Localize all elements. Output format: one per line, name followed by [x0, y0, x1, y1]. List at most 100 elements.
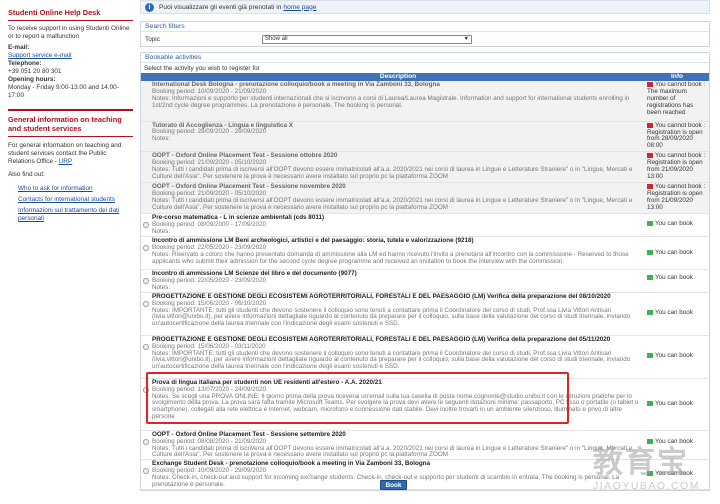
- description-cell: OOPT - Oxford Online Placement Test - Se…: [151, 151, 645, 184]
- radio-cell: [141, 269, 151, 293]
- available-status-icon: [647, 220, 653, 226]
- info-box-divider: [8, 109, 133, 111]
- also-find-links: Who to ask for information Contacts for …: [18, 185, 133, 223]
- select-radio[interactable]: [143, 300, 149, 307]
- help-desk-title: Studenti Online Help Desk: [8, 8, 101, 17]
- booking-status: You can book: [655, 309, 693, 317]
- description-cell: Prova di lingua italiana per studenti no…: [151, 378, 645, 431]
- search-filters-title: Search filters: [141, 22, 709, 32]
- radio-cell: [141, 213, 151, 238]
- info-box: General information on teaching and stud…: [8, 115, 133, 223]
- email-link[interactable]: Support service e-mail: [8, 52, 72, 59]
- booking-status: You cannot book : The maximum number of …: [647, 81, 706, 116]
- topic-select[interactable]: Show all ▼: [261, 34, 472, 44]
- available-status-icon: [647, 310, 653, 316]
- description-cell: OOPT - Oxford Online Placement Test - Se…: [151, 182, 645, 215]
- info-cell: You can book: [645, 236, 709, 271]
- help-desk-box: Studenti Online Help Desk To receive sup…: [8, 8, 133, 100]
- activities-table: Description Info International Desk Bolo…: [141, 73, 709, 491]
- description-cell: Incontro di ammissione LM Scienze del li…: [151, 269, 645, 293]
- description-header: Description: [151, 73, 645, 81]
- activity-notes: Notes: Tutti i candidati prima di iscriv…: [152, 166, 633, 181]
- info-box-text: For general information on teaching and …: [8, 142, 122, 165]
- also-find-label: Also find out:: [8, 171, 45, 178]
- description-cell: Pre-corso matematica - L in scienze ambi…: [151, 213, 645, 238]
- telephone-label: Telephone:: [8, 60, 42, 67]
- table-row[interactable]: International Desk Bologna - prenotazion…: [141, 81, 709, 122]
- info-cell: You cannot book : The maximum number of …: [645, 81, 709, 122]
- chevron-down-icon: ▼: [463, 35, 469, 42]
- activity-notes: Notes: IMPORTANTE: tutti gli studenti ch…: [152, 306, 631, 328]
- table-row[interactable]: PROGETTAZIONE E GESTIONE DEGLI ECOSISTEM…: [141, 335, 709, 379]
- main-content: i Puoi visualizzare gli eventi già preno…: [140, 0, 710, 504]
- hours-value: Monday - Friday 9:00-13:00 and 14:00-17:…: [8, 84, 119, 99]
- radio-cell: [141, 81, 151, 122]
- booking-status: You cannot book : Registration is open f…: [647, 152, 706, 181]
- info-cell: You can book: [645, 213, 709, 238]
- select-radio[interactable]: [143, 343, 149, 350]
- booking-status: You cannot book : Registration is open f…: [647, 183, 706, 212]
- activity-notes: Notes: Tutti i candidati prima di iscriv…: [152, 444, 633, 459]
- book-button[interactable]: Book: [380, 480, 407, 490]
- bookable-activities-title: Bookable activities: [141, 53, 709, 63]
- table-row[interactable]: Incontro di ammissione LM Beni archeolog…: [141, 236, 709, 271]
- activity-notes: Notes:: [152, 228, 171, 236]
- divider: [8, 136, 133, 137]
- radio-cell: [141, 151, 151, 184]
- description-cell: OOPT - Oxford Online Placement Test - Se…: [151, 430, 645, 461]
- watermark-logo-text: 教育宝: [593, 445, 689, 480]
- booking-status: You can book: [655, 273, 693, 281]
- booking-status: You can book: [655, 399, 693, 407]
- bookable-activities: Bookable activities Select the activity …: [140, 52, 710, 492]
- sidebar: Studenti Online Help Desk To receive sup…: [0, 0, 133, 504]
- divider: [8, 20, 133, 21]
- topic-label: Topic: [145, 35, 160, 43]
- booking-status: You can book: [655, 437, 693, 445]
- info-cell: You cannot book : Registration is open f…: [645, 182, 709, 215]
- home-page-link[interactable]: home page: [283, 4, 316, 11]
- table-row[interactable]: Tutorato di Accoglienza - Lingua e lingu…: [141, 121, 709, 153]
- table-row[interactable]: OOPT - Oxford Online Placement Test - Se…: [141, 182, 709, 215]
- info-cell: You can book: [645, 292, 709, 336]
- booking-status: You can book: [655, 248, 693, 256]
- available-status-icon: [647, 353, 653, 359]
- table-row[interactable]: Incontro di ammissione LM Scienze del li…: [141, 269, 709, 293]
- booking-period: Booking period: 28/09/2020 - 28/09/2020: [152, 128, 267, 136]
- table-row[interactable]: OOPT - Oxford Online Placement Test - Se…: [141, 151, 709, 184]
- description-cell: Tutorato di Accoglienza - Lingua e lingu…: [151, 121, 645, 153]
- select-radio[interactable]: [143, 468, 149, 475]
- link-international-contacts[interactable]: Contacts for international students: [18, 196, 115, 203]
- select-radio[interactable]: [143, 278, 149, 285]
- link-privacy[interactable]: Informazioni sul trattamento dei dati pe…: [18, 207, 119, 222]
- select-radio[interactable]: [143, 386, 149, 393]
- available-status-icon: [647, 274, 653, 280]
- activity-notes: Notes: Se scegli una PROVA ONLINE: Il gi…: [152, 392, 639, 421]
- info-cell: You cannot book : Registration is open f…: [645, 151, 709, 184]
- description-cell: Incontro di ammissione LM Beni archeolog…: [151, 236, 645, 271]
- booking-status: You can book: [655, 219, 693, 227]
- available-status-icon: [647, 400, 653, 406]
- activity-notes: Notes:: [152, 283, 171, 291]
- blocked-status-icon: [647, 122, 653, 128]
- radio-cell: [141, 459, 151, 491]
- table-row[interactable]: Pre-corso matematica - L in scienze ambi…: [141, 213, 709, 238]
- activity-notes: Notes: Riservato a coloro che hanno pres…: [152, 250, 629, 265]
- radio-cell: [141, 182, 151, 215]
- info-cell: You can book: [645, 269, 709, 293]
- radio-cell: [141, 236, 151, 271]
- description-cell: International Desk Bologna - prenotazion…: [151, 81, 645, 122]
- notice-bar: i Puoi visualizzare gli eventi già preno…: [140, 0, 710, 14]
- description-cell: PROGETTAZIONE E GESTIONE DEGLI ECOSISTEM…: [151, 292, 645, 336]
- urp-link[interactable]: URP: [59, 158, 73, 165]
- select-radio[interactable]: [143, 222, 149, 229]
- table-row[interactable]: PROGETTAZIONE E GESTIONE DEGLI ECOSISTEM…: [141, 292, 709, 336]
- info-icon: i: [145, 2, 154, 12]
- select-radio[interactable]: [143, 438, 149, 445]
- watermark: 教育宝 JIAOYUBAO.COM: [593, 446, 718, 501]
- radio-cell: [141, 335, 151, 379]
- select-radio[interactable]: [143, 245, 149, 252]
- booking-period: Booking period: 08/09/2000 - 17/09/2020: [152, 221, 267, 229]
- table-row[interactable]: Prova di lingua italiana per studenti no…: [141, 378, 709, 431]
- email-label: E-mail:: [8, 44, 30, 51]
- link-who-to-ask[interactable]: Who to ask for information: [18, 185, 93, 192]
